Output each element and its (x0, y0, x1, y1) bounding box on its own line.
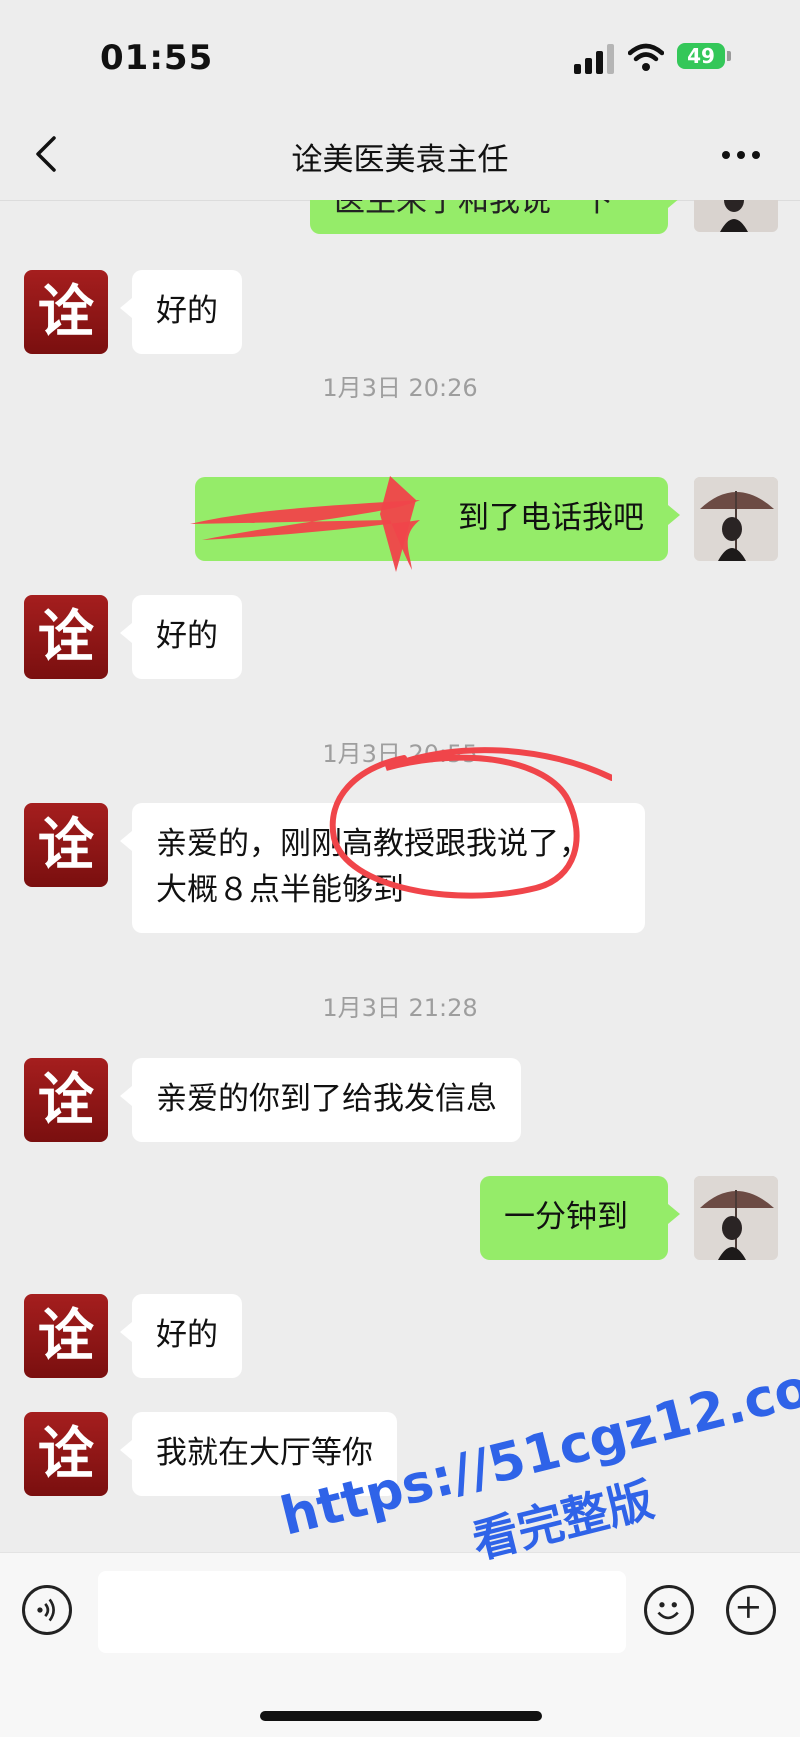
message-text: 医生来了和我说一下 (334, 200, 613, 219)
wifi-icon (628, 43, 664, 71)
message-incoming[interactable]: 好的 (120, 270, 242, 354)
official-avatar[interactable]: 诠 (24, 1294, 108, 1378)
battery-tip (727, 51, 731, 61)
official-avatar[interactable]: 诠 (24, 270, 108, 354)
message-timestamp: 1月3日 20:26 (322, 374, 478, 402)
message-text-line: 大概８点半能够到 (156, 872, 404, 908)
home-indicator (260, 1711, 542, 1721)
input-bar (0, 1552, 800, 1737)
message-incoming[interactable]: 好的 (120, 1294, 242, 1378)
status-bar: 01:55 49 (0, 0, 800, 110)
message-text: 亲爱的你到了给我发信息 (156, 1081, 497, 1117)
official-avatar[interactable]: 诠 (24, 803, 108, 887)
official-avatar[interactable]: 诠 (24, 1412, 108, 1496)
message-text: 我就在大厅等你 (156, 1435, 373, 1471)
user-avatar[interactable] (694, 477, 778, 561)
message-list[interactable]: 医生来了和我说一下 诠 好的 1月3日 20:26 到了电话我吧 诠 好的 1月… (0, 200, 800, 1552)
voice-icon[interactable] (22, 1585, 72, 1635)
message-text: 一分钟到 (504, 1199, 628, 1235)
message-outgoing[interactable]: 一分钟到 (480, 1176, 680, 1260)
message-input[interactable] (98, 1571, 626, 1653)
user-photo-icon (694, 200, 778, 232)
message-text-line: 亲爱的，刚刚高教授跟我说了， (156, 826, 590, 862)
message-text: 好的 (156, 1317, 218, 1353)
emoji-icon[interactable] (644, 1585, 694, 1635)
status-time: 01:55 (100, 38, 214, 78)
cellular-signal-icon (574, 44, 616, 74)
plus-icon[interactable] (726, 1585, 776, 1635)
message-timestamp: 1月3日 21:28 (322, 994, 478, 1022)
battery-indicator: 49 (677, 43, 725, 69)
user-avatar[interactable] (694, 200, 778, 232)
message-outgoing[interactable]: 到了电话我吧 (195, 477, 680, 561)
more-dots-icon[interactable] (716, 140, 766, 170)
message-text: 好的 (156, 618, 218, 654)
user-avatar[interactable] (694, 1176, 778, 1260)
message-incoming[interactable]: 亲爱的，刚刚高教授跟我说了， 大概８点半能够到 (120, 803, 645, 933)
message-incoming[interactable]: 好的 (120, 595, 242, 679)
official-avatar[interactable]: 诠 (24, 1058, 108, 1142)
official-avatar[interactable]: 诠 (24, 595, 108, 679)
user-photo-icon (694, 477, 778, 561)
message-text: 好的 (156, 293, 218, 329)
message-incoming[interactable]: 亲爱的你到了给我发信息 (120, 1058, 521, 1142)
message-timestamp: 1月3日 20:55 (322, 740, 478, 768)
message-text: 到了电话我吧 (458, 500, 644, 536)
message-outgoing-cutoff[interactable]: 医生来了和我说一下 (310, 200, 680, 234)
chat-header: 诠美医美袁主任 (0, 110, 800, 201)
message-incoming[interactable]: 我就在大厅等你 (120, 1412, 397, 1496)
chat-title: 诠美医美袁主任 (291, 142, 509, 178)
user-photo-icon (694, 1176, 778, 1260)
